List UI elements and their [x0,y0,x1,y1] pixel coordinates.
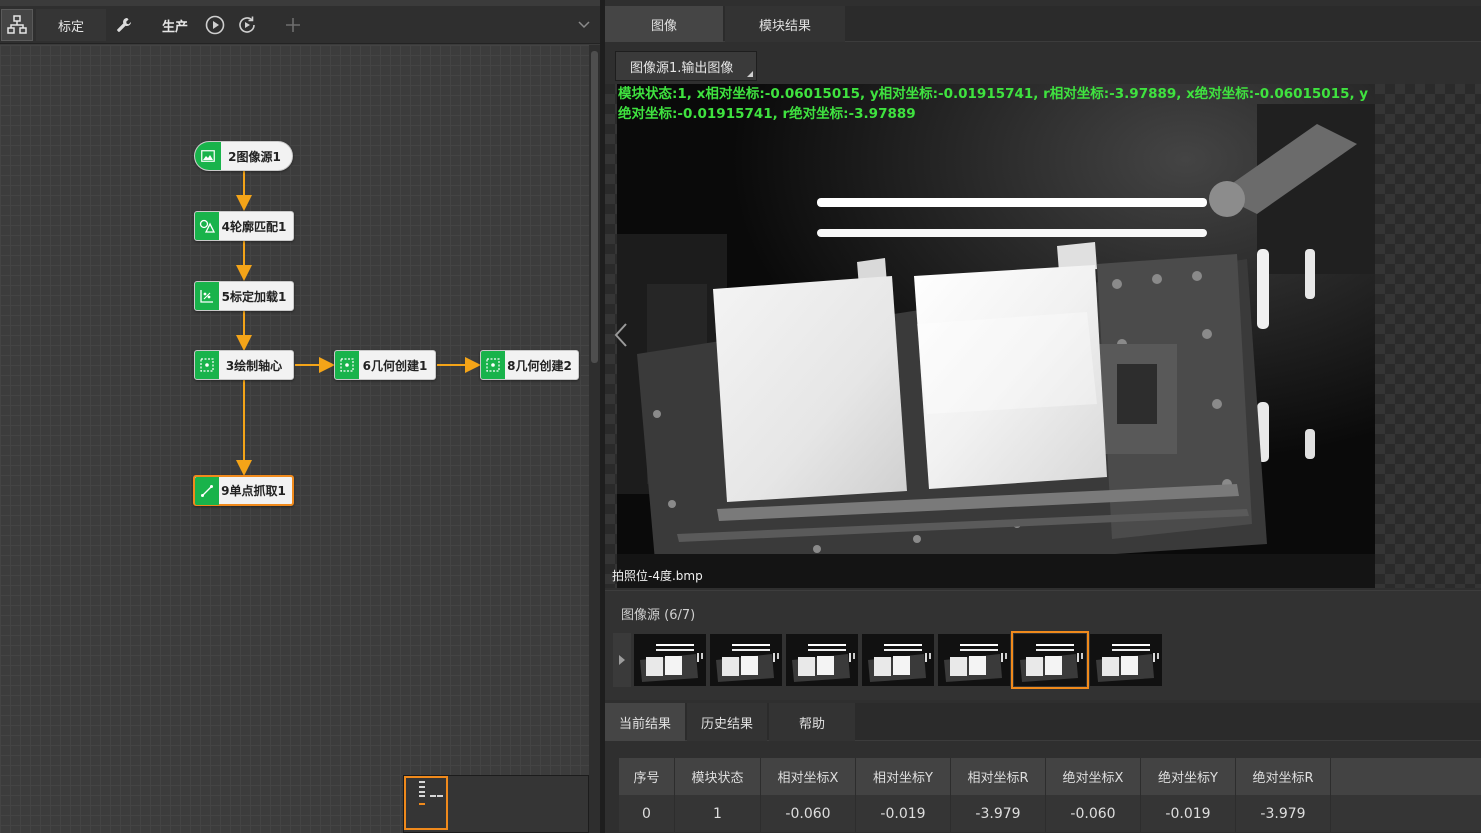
image-thumbnail[interactable] [710,634,782,686]
node-label: 4轮廓匹配1 [221,219,287,234]
node-label: 2图像源1 [228,149,281,164]
tab-module-result[interactable]: 模块结果 [725,6,845,42]
table-column-header[interactable]: 相对坐标Y [856,758,951,795]
node-label: 5标定加载1 [221,289,287,304]
strip-scroll-button[interactable] [613,633,631,687]
triangle-right-icon [619,655,625,665]
dropdown-corner-icon [747,71,753,77]
table-cell: -0.019 [1141,795,1236,832]
image-thumbnail[interactable] [1011,631,1089,689]
table-column-header[interactable]: 序号 [619,758,675,795]
toolbar-collapse-button[interactable] [572,9,596,41]
view-tabs: 图像 模块结果 [605,6,1481,42]
table-cell: -0.060 [761,795,856,832]
chevron-down-icon [578,21,590,29]
table-cell: -0.060 [1046,795,1141,832]
camera-image[interactable] [617,84,1375,588]
flow-node-geometry-create-2[interactable]: 8几何创建2 [480,350,579,380]
chevron-left-icon [614,323,627,347]
process-tree-button[interactable] [1,9,33,41]
scrollbar-thumb[interactable] [591,51,598,363]
result-overlay-text: 模块状态:1, x相对坐标:-0.06015015, y相对坐标:-0.0191… [618,86,1369,122]
thumbnail-preview [634,634,706,686]
result-table: 序号 模块状态 相对坐标X 相对坐标Y 相对坐标R 绝对坐标X 绝对坐标Y 绝对坐标R 01-… [619,758,1481,832]
calibration-tab[interactable]: 标定 [36,9,106,41]
plus-icon [286,18,300,32]
flow-node-single-point-grab[interactable]: 9单点抓取1 [193,475,294,506]
tab-image[interactable]: 图像 [605,6,723,42]
image-filename: 拍照位-4度.bmp [612,569,703,583]
production-tab[interactable]: 生产 [150,9,200,41]
loop-run-icon [239,16,255,33]
thumbnail-preview [786,634,858,686]
node-label: 6几何创建1 [362,358,428,373]
image-thumbnail[interactable] [862,634,934,686]
flow-node-geometry-create-1[interactable]: 6几何创建1 [334,350,436,380]
table-column-header[interactable]: 绝对坐标R [1236,758,1331,795]
node-label: 9单点抓取1 [221,484,286,498]
flow-node-calib-load[interactable]: 5标定加载1 [194,281,294,311]
calib-load-icon [195,282,219,310]
workpiece-left [713,276,907,502]
thumbnail-preview [710,634,782,686]
wrench-icon [117,18,131,32]
geometry-icon [481,351,505,379]
flow-canvas[interactable] [0,45,589,833]
flow-panel: 标定 生产 2图像源1 4轮廓匹配1 5标定加载1 3绘制轴心 6几何创建1 8… [0,0,600,833]
image-thumbnail[interactable] [786,634,858,686]
play-icon [205,15,225,35]
flow-vertical-scrollbar[interactable] [589,45,600,833]
geometry-icon [195,351,219,379]
flow-node-image-source[interactable]: 2图像源1 [194,141,293,171]
table-body: 0 1 -0.060 -0.019 -3.979 -0.060 -0.019 -3.979 [619,795,1481,832]
flow-node-draw-axis[interactable]: 3绘制轴心 [194,350,294,380]
image-icon [195,142,221,170]
flow-toolbar: 标定 生产 [0,6,600,44]
flow-minimap[interactable] [403,775,589,833]
node-label: 8几何创建2 [507,358,572,373]
tab-current-result[interactable]: 当前结果 [605,703,685,741]
thumbnail-preview [938,634,1010,686]
image-source-select[interactable]: 图像源1.输出图像 [615,51,757,81]
image-source-select-value: 图像源1.输出图像 [630,60,734,76]
table-header-row: 序号 模块状态 相对坐标X 相对坐标Y 相对坐标R 绝对坐标X 绝对坐标Y 绝对坐标R [619,758,1481,795]
image-thumbnail[interactable] [634,634,706,686]
single-point-icon [195,476,219,505]
node-label: 3绘制轴心 [225,358,283,373]
table-cell: 1 [675,795,761,832]
thumbnail-preview [862,634,934,686]
previous-image-arrow[interactable] [613,322,629,355]
table-cell: -0.019 [856,795,951,832]
thumbnail-preview [1014,634,1086,686]
table-cell: 0 [619,795,675,832]
flow-node-contour-match[interactable]: 4轮廓匹配1 [194,211,294,241]
tab-help[interactable]: 帮助 [769,703,855,741]
image-source-counter: 图像源 (6/7) [621,608,696,623]
geometry-icon [335,351,359,379]
table-cell: -3.979 [951,795,1046,832]
table-column-header[interactable]: 绝对坐标Y [1141,758,1236,795]
table-row[interactable]: 0 1 -0.060 -0.019 -3.979 -0.060 -0.019 -3.979 [619,795,1481,832]
image-thumbnail[interactable] [1090,634,1162,686]
minimap-viewport[interactable] [404,776,448,830]
image-source-strip: 图像源 (6/7) [605,590,1481,700]
result-tabs: 当前结果 历史结果 帮助 [605,703,1481,741]
right-panel: 图像 模块结果 图像源1.输出图像 模块状态:1, x相对坐标:-0.06015… [605,0,1481,833]
image-thumbnail[interactable] [938,634,1010,686]
table-column-header[interactable]: 模块状态 [675,758,761,795]
wrench-button[interactable] [110,9,138,41]
add-tab-button[interactable] [280,9,306,41]
shape-match-icon [195,212,219,240]
hierarchy-icon [7,15,27,34]
table-cell: -3.979 [1236,795,1331,832]
table-column-header[interactable]: 绝对坐标X [1046,758,1141,795]
run-once-button[interactable] [202,9,228,41]
thumbnail-preview [1090,634,1162,686]
table-column-header[interactable]: 相对坐标X [761,758,856,795]
tab-history-result[interactable]: 历史结果 [687,703,767,741]
table-column-header[interactable]: 相对坐标R [951,758,1046,795]
run-loop-button[interactable] [233,9,261,41]
